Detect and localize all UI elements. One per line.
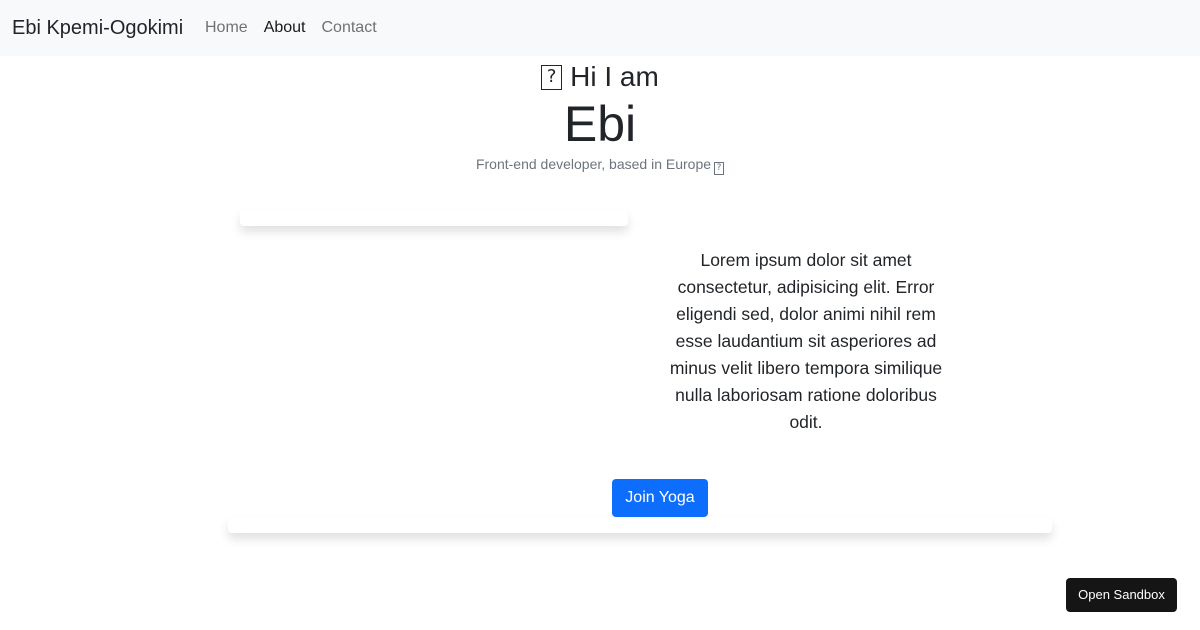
greeting-text: Hi I am (570, 61, 659, 92)
nav-link-about[interactable]: About (256, 16, 314, 40)
navbar-brand[interactable]: Ebi Kpemi-Ogokimi (12, 16, 183, 40)
greeting-line: ? Hi I am (0, 60, 1200, 94)
missing-emoji-icon: ? (541, 64, 563, 90)
bio-text: Lorem ipsum dolor sit amet consectetur, … (669, 249, 943, 432)
image-card (240, 210, 628, 226)
nav-link-contact[interactable]: Contact (314, 16, 385, 40)
tagline-text: Front-end developer, based in Europe (475, 156, 712, 172)
nav-links: Home About Contact (197, 16, 385, 40)
tagline: Front-end developer, based in Europe? (0, 154, 1200, 175)
hero-name: Ebi (563, 96, 637, 152)
open-sandbox-button[interactable]: Open Sandbox (1066, 578, 1177, 612)
content-card (228, 517, 1052, 533)
navbar: Ebi Kpemi-Ogokimi Home About Contact (0, 0, 1200, 56)
hero-section: ? Hi I am Ebi Front-end developer, based… (0, 56, 1200, 175)
nav-link-home[interactable]: Home (197, 16, 256, 40)
join-yoga-button[interactable]: Join Yoga (612, 479, 708, 517)
missing-emoji-icon: ? (714, 162, 725, 175)
